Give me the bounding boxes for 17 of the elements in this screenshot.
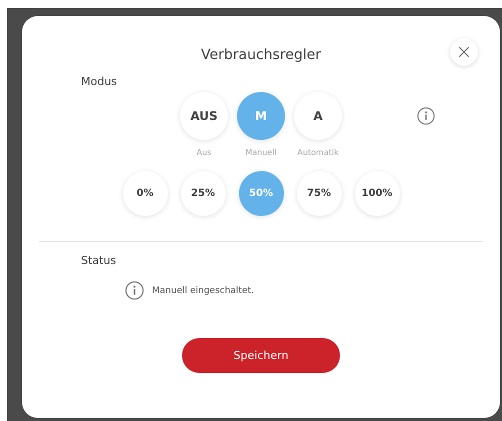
level-button[interactable]: 75% xyxy=(296,171,342,216)
dialog-title: Verbrauchsregler xyxy=(200,46,322,65)
level-button[interactable]: 25% xyxy=(180,171,226,216)
section-label: Modus xyxy=(81,74,117,90)
save-button[interactable]: Speichern xyxy=(182,338,340,373)
level-button[interactable]: 100% xyxy=(354,171,400,216)
close-button[interactable] xyxy=(450,38,478,66)
mode-button[interactable]: AUS xyxy=(180,92,228,140)
mode-caption: Manuell xyxy=(245,148,277,157)
info-icon xyxy=(417,107,435,125)
mode-caption: Aus xyxy=(196,148,212,157)
mode-caption: Automatik xyxy=(297,148,339,157)
mode-button[interactable]: A xyxy=(294,92,342,140)
status-message: Manuell eingeschaltet. xyxy=(152,286,254,296)
info-icon xyxy=(125,281,144,300)
level-button[interactable]: 0% xyxy=(122,171,168,216)
section-label: Status xyxy=(81,253,116,269)
